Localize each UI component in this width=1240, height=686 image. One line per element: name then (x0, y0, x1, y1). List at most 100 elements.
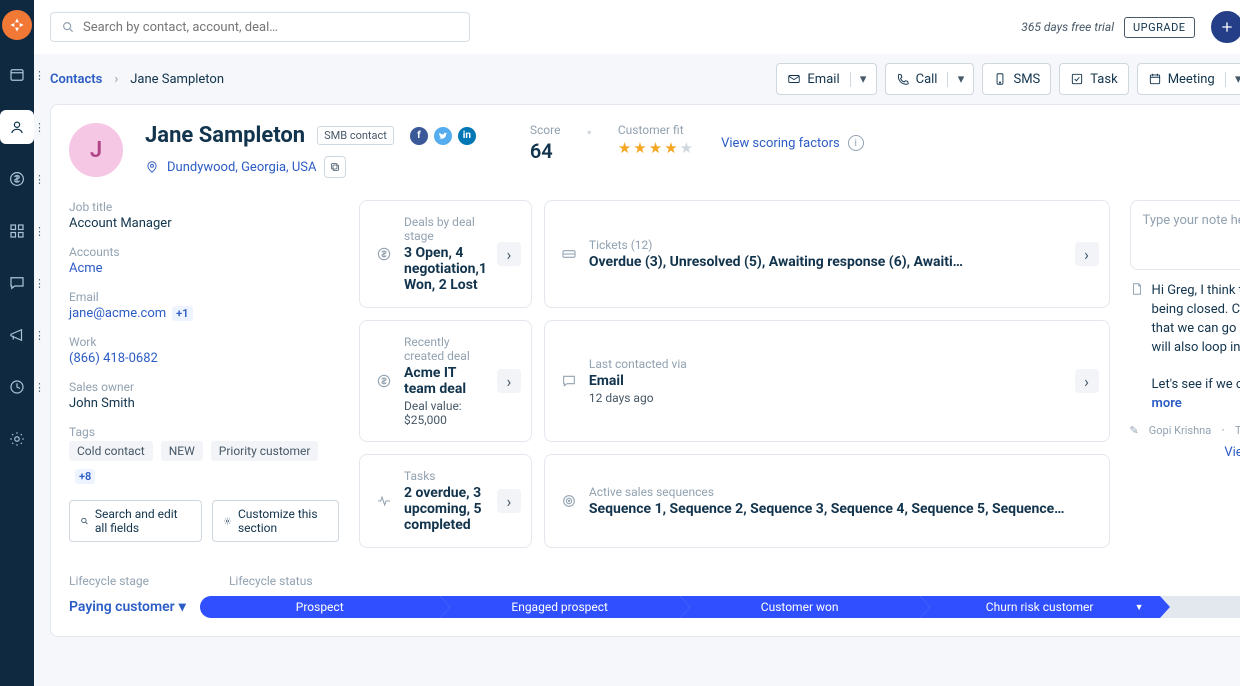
gear-icon (223, 515, 232, 527)
breadcrumb-current: Jane Sampleton (130, 72, 224, 87)
accounts-label: Accounts (69, 245, 339, 259)
search-icon (61, 20, 75, 34)
nav-products[interactable]: ⋮ (0, 214, 34, 248)
nav-deals[interactable]: ⋮ (0, 162, 34, 196)
ticket-icon (561, 246, 577, 262)
email-button[interactable]: Email▾ (776, 63, 876, 95)
meeting-dropdown[interactable]: ▾ (1225, 72, 1240, 87)
email-label: Email (69, 290, 339, 304)
job-title-value: Account Manager (69, 216, 339, 231)
contact-name: Jane Sampleton (145, 123, 305, 148)
info-icon[interactable]: i (848, 135, 864, 151)
facebook-icon[interactable]: f (410, 127, 428, 145)
owner-label: Sales owner (69, 380, 339, 394)
lifecycle-pipeline: Prospect Engaged prospect Customer won C… (200, 596, 1240, 618)
lifecycle-status-label: Lifecycle status (229, 574, 313, 588)
lifecycle-stage-select[interactable]: Paying customer ▾ (69, 599, 186, 615)
target-icon (561, 493, 577, 509)
recent-deal-card[interactable]: Recently created dealAcme IT team dealDe… (359, 320, 532, 442)
fit-label: Customer fit (618, 123, 695, 137)
chevron-down-icon: ▼ (1135, 602, 1144, 613)
app-logo (2, 10, 32, 40)
phone-icon (896, 72, 910, 86)
contact-type-chip: SMB contact (317, 126, 394, 145)
call-button[interactable]: Call▾ (885, 63, 975, 95)
task-button[interactable]: Task (1059, 63, 1128, 95)
chevron-right-icon[interactable]: › (1075, 369, 1099, 393)
calendar-icon (1148, 72, 1162, 86)
tasks-card[interactable]: Tasks2 overdue, 3 upcoming, 5 completed … (359, 454, 532, 548)
score-label: Score (530, 123, 561, 137)
linkedin-icon[interactable]: in (458, 127, 476, 145)
tag[interactable]: Cold contact (69, 441, 153, 461)
lifecycle-stage[interactable]: Prospect (200, 596, 440, 618)
tag[interactable]: Priority customer (211, 441, 319, 461)
nav-settings[interactable] (0, 422, 34, 456)
customize-section-button[interactable]: Customize this section (212, 500, 339, 542)
tags-more[interactable]: +8 (75, 469, 95, 484)
lifecycle-stage[interactable]: Churn risk customer▼ (920, 596, 1160, 618)
email-dropdown[interactable]: ▾ (850, 72, 876, 87)
chevron-right-icon[interactable]: › (497, 242, 521, 266)
task-icon (1070, 72, 1084, 86)
work-label: Work (69, 335, 339, 349)
meeting-button[interactable]: Meeting▾ (1137, 63, 1240, 95)
chevron-right-icon: › (114, 72, 118, 87)
chevron-right-icon[interactable]: › (1075, 242, 1099, 266)
note-author: Gopi Krishna (1149, 424, 1211, 437)
lifecycle-stage[interactable]: Engaged prospect (440, 596, 680, 618)
job-title-label: Job title (69, 200, 339, 214)
email-value[interactable]: jane@acme.com (69, 306, 166, 321)
tickets-card[interactable]: Tickets (12)Overdue (3), Unresolved (5),… (544, 200, 1110, 308)
sidebar: ⋮ ⋮ ⋮ ⋮ ⋮ ⋮ ⋮ (0, 0, 34, 686)
fit-stars: ★★★★★ (618, 139, 695, 157)
tag[interactable]: NEW (161, 441, 203, 461)
sms-button[interactable]: SMS (982, 63, 1051, 95)
search-icon (80, 515, 89, 527)
contact-avatar: J (69, 123, 123, 177)
nav-reports[interactable]: ⋮ (0, 370, 34, 404)
quick-add-button[interactable] (1211, 11, 1240, 43)
global-search[interactable] (50, 12, 470, 42)
copy-icon[interactable] (324, 156, 346, 178)
chevron-right-icon[interactable]: › (497, 489, 521, 513)
global-search-input[interactable] (83, 20, 459, 35)
breadcrumb-root[interactable]: Contacts (50, 72, 102, 87)
topbar: 365 days free trial UPGRADE (34, 0, 1240, 54)
chevron-right-icon[interactable]: › (497, 369, 521, 393)
scoring-factors-link[interactable]: View scoring factors (721, 136, 840, 151)
view-all-notes[interactable]: View all notes (1130, 445, 1240, 460)
upgrade-button[interactable]: UPGRADE (1124, 17, 1195, 38)
deals-card[interactable]: Deals by deal stage3 Open, 4 negotiation… (359, 200, 532, 308)
contact-location[interactable]: Dundywood, Georgia, USA (167, 160, 316, 175)
note-author-icon: ✎ (1130, 424, 1139, 437)
last-contact-card[interactable]: Last contacted viaEmail12 days ago › (544, 320, 1110, 442)
call-dropdown[interactable]: ▾ (947, 72, 973, 87)
note-body: Hi Greg, I think this deal is very close… (1152, 282, 1240, 414)
nav-marketing[interactable]: ⋮ (0, 318, 34, 352)
lifecycle-stage-select-update[interactable]: Select update▼ (1160, 596, 1240, 618)
breadcrumb: Contacts › Jane Sampleton (50, 72, 224, 87)
note-input[interactable]: Type your note here… (1130, 200, 1240, 270)
search-fields-button[interactable]: Search and edit all fields (69, 500, 202, 542)
nav-dashboard[interactable]: ⋮ (0, 58, 34, 92)
lifecycle-stage[interactable]: Customer won (680, 596, 920, 618)
trial-text: 365 days free trial (1021, 20, 1114, 34)
chat-icon (561, 373, 577, 389)
location-icon (145, 160, 159, 174)
twitter-icon[interactable] (434, 127, 452, 145)
action-bar: Email▾ Call▾ SMS Task Meeting▾ Add deal▾… (776, 63, 1240, 95)
nav-conversations[interactable]: ⋮ (0, 266, 34, 300)
envelope-icon (787, 72, 801, 86)
work-value[interactable]: (866) 418-0682 (69, 351, 158, 366)
email-more[interactable]: +1 (172, 306, 192, 321)
sms-icon (993, 72, 1007, 86)
owner-value: John Smith (69, 396, 339, 411)
accounts-value[interactable]: Acme (69, 261, 103, 276)
nav-contacts[interactable]: ⋮ (0, 110, 34, 144)
activity-icon (376, 493, 392, 509)
tags-label: Tags (69, 425, 339, 439)
sequences-card[interactable]: Active sales sequencesSequence 1, Sequen… (544, 454, 1110, 548)
lifecycle-stage-label: Lifecycle stage (69, 574, 149, 588)
dollar-icon (376, 373, 392, 389)
